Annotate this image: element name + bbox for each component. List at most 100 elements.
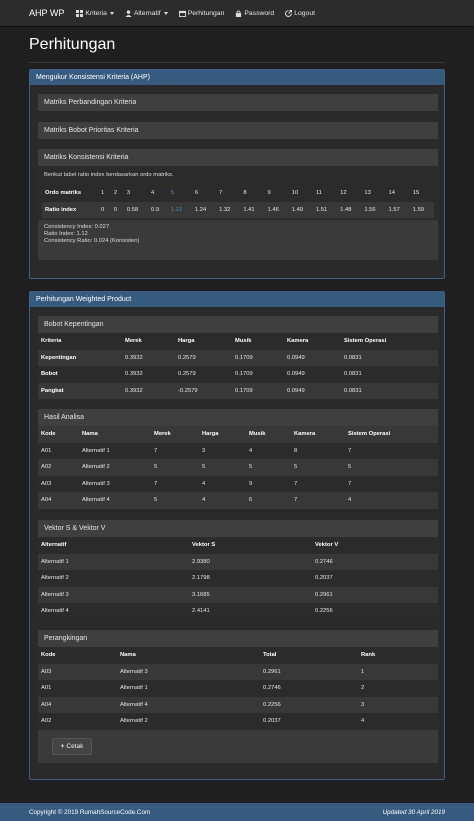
table-cell: 0.0949 — [284, 349, 341, 366]
table-cell: 1.56 — [361, 201, 386, 218]
consistency-ratio: Consistency Ratio: 0.024 (Konsisten) — [44, 238, 140, 244]
table-cell: 4 — [151, 190, 155, 197]
table-cell: 0.1709 — [232, 349, 284, 366]
nav-alternatif[interactable]: Alternatif — [125, 10, 168, 17]
table-cell: 9 — [267, 190, 271, 197]
table-cell: 1.24 — [191, 201, 217, 218]
table-cell: 2.9380 — [189, 553, 312, 570]
table-cell: A03 — [41, 480, 52, 487]
table-cell: 1.32 — [216, 201, 241, 218]
table-cell: 7 — [294, 480, 298, 487]
table-cell: 1.51 — [312, 201, 338, 218]
table-cell: Harga — [199, 426, 246, 443]
table-cell: 0.0831 — [341, 382, 438, 399]
table-cell: 7 — [219, 190, 223, 197]
table-cell: -0.2579 — [175, 382, 232, 399]
table-cell: 0 — [110, 201, 124, 218]
table-row: Kepentingan 0.3932 0.2579 0.1709 0.0949 0.083… — [38, 349, 438, 366]
section-matriks-bobot[interactable]: Matriks Bobot Prioritas Kriteria — [38, 122, 438, 139]
table-cell: 4 — [345, 492, 438, 509]
table-cell: 0.2256 — [315, 608, 333, 615]
nav-perhitungan[interactable]: Perhitungan — [178, 10, 224, 17]
nav-password[interactable]: Password — [235, 10, 274, 17]
table-cell: 0.58 — [123, 201, 149, 218]
table-cell: 3 — [358, 696, 438, 713]
nav-logout[interactable]: Logout — [285, 9, 315, 17]
table-cell: 5 — [170, 190, 174, 197]
ratio-index-text: Ratio Index: 1.12 — [44, 231, 88, 237]
nav-password-label: Password — [244, 9, 275, 17]
table-cell: 0.2256 — [260, 696, 358, 713]
nav-kriteria-label: Kriteria — [85, 9, 107, 17]
table-cell: 12 — [340, 190, 347, 197]
table-cell: Alternatif 3 — [38, 586, 189, 603]
table-cell: A03 — [38, 663, 117, 680]
table-cell: Kamera — [291, 426, 345, 443]
table-cell: 2 — [361, 685, 365, 692]
table-row: A02 Alternatif 255555 — [38, 459, 438, 476]
table-cell: A02 — [38, 459, 79, 476]
table-header-row: Ordo matriks 1 2 3 4 5 6 7 8 9 10 11 12 … — [42, 185, 434, 202]
table-cell: 0.2961 — [312, 586, 438, 603]
table-row: Pangkat 0.3932 -0.2579 0.1709 0.0949 0.0831 — [38, 382, 438, 399]
table-cell: 0.1709 — [232, 382, 284, 399]
table-row: A01 Alternatif 1 7 3 4 8 7 — [38, 443, 438, 460]
table-cell: 7 — [291, 492, 345, 509]
nav-kriteria[interactable]: Kriteria — [76, 9, 114, 17]
ratio-index-table: Ordo matriks 1 2 3 4 5 6 7 8 9 10 11 12 … — [42, 185, 434, 218]
cetak-button[interactable]: + Cetak — [52, 738, 92, 755]
table-cell: 4 — [361, 718, 365, 725]
table-cell: Vektor S — [192, 542, 216, 549]
table-cell: A02 — [41, 718, 52, 725]
table-cell: Alternatif 3 — [82, 480, 110, 487]
table-cell: 2.1798 — [192, 575, 210, 582]
table-cell: 10 — [291, 190, 299, 197]
table-cell: 0.3932 — [122, 382, 175, 399]
table-cell: 7 — [348, 480, 352, 487]
table-row: A04 Alternatif 454674 — [38, 492, 438, 509]
ahp-panel-title: Mengukur Konsistensi Kriteria (AHP) — [30, 70, 444, 85]
consistency-summary: Consistency Index: 0.027 Ratio Index: 1.… — [38, 220, 438, 260]
nav-alternatif-label: Alternatif — [133, 9, 161, 17]
table-cell: 3.1685 — [189, 586, 312, 603]
table-cell: 4 — [202, 480, 206, 487]
table-cell: 0.0949 — [284, 382, 341, 399]
table-cell: Alternatif 1 — [120, 685, 148, 692]
table-header-row: Kode Nama Total Rank — [38, 647, 438, 664]
table-row: A02 Alternatif 2 0.2037 4 — [38, 713, 438, 730]
section-matriks-perbandingan[interactable]: Matriks Perbandingan Kriteria — [38, 94, 438, 111]
rank-table: Kode Nama Total Rank A03 Alternatif 3 0.2961 1… — [38, 647, 438, 730]
table-cell: 6 — [194, 190, 199, 197]
wp-panel: Perhitungan Weighted Product Bobot Kepen… — [29, 291, 445, 780]
ahp-panel: Mengukur Konsistensi Kriteria (AHP) Matr… — [29, 69, 445, 279]
table-cell: 7 — [154, 447, 158, 454]
table-cell: A04 — [38, 492, 79, 509]
footer-updated: Updated 30 April 2019 — [382, 808, 445, 816]
table-cell: Alternatif 3 — [117, 663, 260, 680]
table-cell: Alternatif 1 — [38, 553, 189, 570]
table-cell: A01 — [41, 447, 52, 454]
table-cell: 3 — [126, 190, 131, 197]
table-cell: 5 — [151, 459, 199, 476]
table-cell: Pangkat — [38, 382, 122, 399]
table-cell: 0.2746 — [263, 685, 281, 692]
table-cell: 0.0831 — [344, 371, 362, 378]
table-cell: Merek — [151, 426, 199, 443]
table-cell: Kriteria — [41, 338, 62, 345]
table-cell: 5 — [246, 459, 291, 476]
table-cell: 8 — [294, 447, 298, 454]
table-cell: Alternatif 4 — [117, 696, 260, 713]
table-cell: 5 — [291, 459, 345, 476]
table-cell: 0.0831 — [341, 349, 438, 366]
chevron-down-icon — [163, 11, 168, 15]
brand[interactable]: AHP WP — [29, 8, 64, 18]
table-cell: Merek — [125, 338, 142, 345]
page-title: Perhitungan — [29, 36, 116, 53]
table-cell: 1 — [358, 663, 438, 680]
table-row: A01 Alternatif 1 0.2746 2 — [38, 680, 438, 697]
table-cell: 0.9 — [148, 201, 168, 218]
table-header-row: Kode Nama Merek Harga Musik Kamera Sistem Oper… — [38, 426, 438, 443]
lock-icon — [236, 10, 242, 17]
table-row: A03 Alternatif 3 7 4 9 7 7 — [38, 476, 438, 493]
table-cell: 7 — [154, 480, 158, 487]
